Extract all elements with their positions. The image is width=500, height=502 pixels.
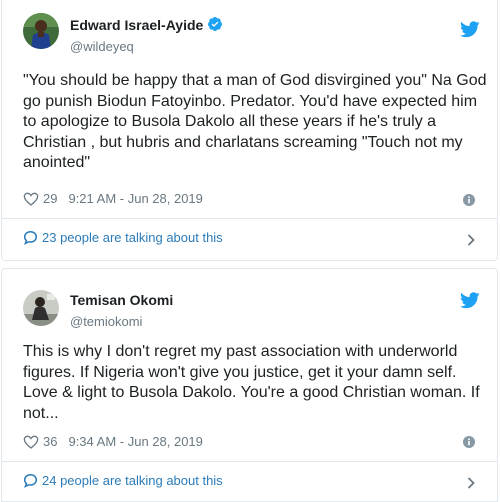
like-count[interactable]: 29 (43, 191, 57, 206)
tweet-text: This is why I don't regret my past assoc… (23, 343, 480, 422)
conversation-link[interactable]: 24 people are talking about this (23, 473, 497, 488)
divider (2, 218, 497, 219)
conversation-link[interactable]: 23 people are talking about this (23, 230, 497, 245)
tweet-text: "You should be happy that a man of God d… (23, 72, 487, 172)
speech-bubble-icon (23, 473, 38, 488)
heart-icon[interactable] (23, 192, 39, 206)
avatar[interactable] (23, 290, 59, 326)
tweet-meta: 36 9:34 AM - Jun 28, 2019 (23, 434, 203, 449)
speech-bubble-icon (23, 230, 38, 245)
tweet-card[interactable]: Edward Israel-Ayide @wildeyeq "You shoul… (1, 0, 498, 261)
tweet-card[interactable]: Temisan Okomi @temiokomi This is why I d… (1, 268, 498, 502)
divider (2, 461, 497, 462)
verified-badge-icon (207, 16, 223, 35)
author-handle[interactable]: @temiokomi (70, 314, 142, 329)
tweet-meta: 29 9:21 AM - Jun 28, 2019 (23, 191, 203, 206)
author-name[interactable]: Temisan Okomi (70, 292, 173, 308)
tweet-timestamp[interactable]: 9:34 AM - Jun 28, 2019 (68, 434, 202, 449)
author-handle[interactable]: @wildeyeq (70, 39, 134, 54)
tweet-timestamp[interactable]: 9:21 AM - Jun 28, 2019 (68, 191, 202, 206)
avatar[interactable] (23, 13, 59, 49)
conversation-text[interactable]: 23 people are talking about this (42, 230, 223, 245)
heart-icon[interactable] (23, 435, 39, 449)
conversation-text[interactable]: 24 people are talking about this (42, 473, 223, 488)
author-name-text[interactable]: Temisan Okomi (70, 292, 173, 308)
author-name[interactable]: Edward Israel-Ayide (70, 16, 223, 35)
author-name-text[interactable]: Edward Israel-Ayide (70, 17, 203, 33)
chevron-right-icon[interactable] (467, 233, 475, 246)
info-icon[interactable] (463, 193, 475, 206)
like-count[interactable]: 36 (43, 434, 57, 449)
twitter-bird-icon[interactable] (460, 292, 480, 309)
chevron-right-icon[interactable] (467, 476, 475, 489)
info-icon[interactable] (463, 435, 475, 448)
twitter-bird-icon[interactable] (460, 21, 480, 38)
